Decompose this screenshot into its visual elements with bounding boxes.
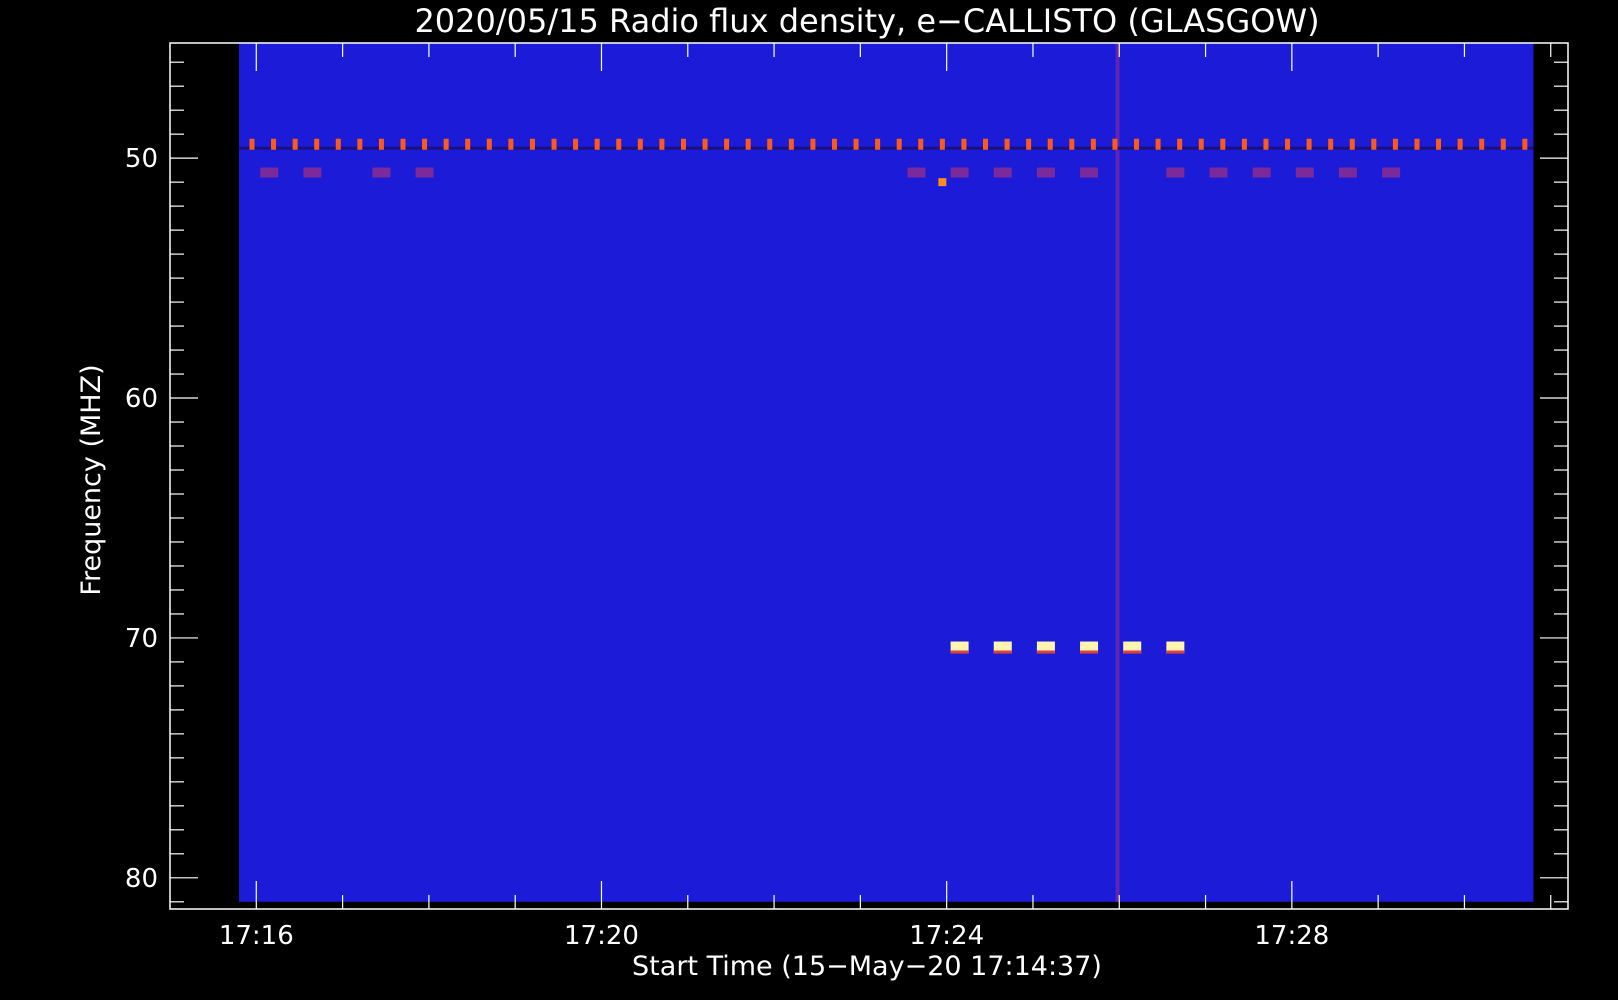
chart-title: 2020/05/15 Radio flux density, e−CALLIST… bbox=[414, 2, 1319, 40]
band-49-mark bbox=[1004, 138, 1010, 150]
band-49-mark bbox=[400, 138, 406, 150]
band-49-mark bbox=[1047, 138, 1053, 150]
band-70-4-mark-edge bbox=[1166, 650, 1185, 654]
band-49-mark bbox=[1522, 138, 1528, 150]
band-50-6-mark bbox=[1295, 167, 1314, 178]
band-70-4-mark-edge bbox=[1080, 650, 1099, 654]
band-49-mark bbox=[939, 138, 945, 150]
band-49-mark bbox=[637, 138, 643, 150]
band-49-mark bbox=[1155, 138, 1161, 150]
band-49-mark bbox=[443, 138, 449, 150]
band-49-mark bbox=[422, 138, 428, 150]
x-tick-label: 17:20 bbox=[564, 921, 639, 951]
band-49-mark bbox=[1285, 138, 1291, 150]
band-49-mark bbox=[465, 138, 471, 150]
band-50-6-mark bbox=[372, 167, 391, 178]
band-50-6-mark bbox=[993, 167, 1012, 178]
band-50-6-mark bbox=[1166, 167, 1185, 178]
band-49-mark bbox=[1220, 138, 1226, 150]
band-49-mark bbox=[573, 138, 579, 150]
band-50-6-mark bbox=[1338, 167, 1357, 178]
band-49-mark bbox=[486, 138, 492, 150]
band-50-6-mark bbox=[950, 167, 969, 178]
band-49-mark bbox=[378, 138, 384, 150]
band-50-6-mark bbox=[907, 167, 926, 178]
band-49-mark bbox=[1241, 138, 1247, 150]
band-49-mark bbox=[918, 138, 924, 150]
band-49-mark bbox=[788, 138, 794, 150]
band-49-mark bbox=[1112, 138, 1118, 150]
band-49-mark bbox=[1500, 138, 1506, 150]
band-49-mark bbox=[508, 138, 514, 150]
band-49-mark bbox=[702, 138, 708, 150]
band-49-mark bbox=[314, 138, 320, 150]
band-49-mark bbox=[659, 138, 665, 150]
spike-line bbox=[1115, 43, 1120, 902]
band-70-4-mark-edge bbox=[1036, 650, 1055, 654]
band-50-6-mark bbox=[260, 167, 279, 178]
band-49-mark bbox=[767, 138, 773, 150]
band-49-mark bbox=[616, 138, 622, 150]
band-49-mark bbox=[1457, 138, 1463, 150]
band-49-mark bbox=[810, 138, 816, 150]
band-49-mark bbox=[896, 138, 902, 150]
y-tick-label: 80 bbox=[125, 864, 158, 894]
band-49-mark bbox=[551, 138, 557, 150]
y-axis-label: Frequency (MHZ) bbox=[76, 364, 107, 595]
band-50-6-mark bbox=[415, 167, 434, 178]
band-50-6-mark bbox=[1080, 167, 1099, 178]
band-50-6-mark bbox=[1382, 167, 1401, 178]
band-49-mark bbox=[249, 138, 255, 150]
band-49-mark bbox=[1328, 138, 1334, 150]
x-axis-label: Start Time (15−May−20 17:14:37) bbox=[632, 951, 1102, 982]
band-49-mark bbox=[724, 138, 730, 150]
band-50-6-mark bbox=[1252, 167, 1271, 178]
band-49-mark bbox=[961, 138, 967, 150]
band-49-mark bbox=[1436, 138, 1442, 150]
band-49-mark bbox=[853, 138, 859, 150]
band-49-mark bbox=[1026, 138, 1032, 150]
band-49-mark bbox=[1349, 138, 1355, 150]
band-70-4-mark-edge bbox=[993, 650, 1012, 654]
y-tick-label: 50 bbox=[125, 144, 158, 174]
band-49-mark bbox=[1414, 138, 1420, 150]
band-49-mark bbox=[680, 138, 686, 150]
x-tick-label: 17:16 bbox=[219, 921, 294, 951]
y-tick-label: 70 bbox=[125, 624, 158, 654]
isolated-spot bbox=[938, 178, 947, 187]
band-49-mark bbox=[1134, 138, 1140, 150]
band-70-4-mark-edge bbox=[1123, 650, 1142, 654]
band-49-mark bbox=[357, 138, 363, 150]
band-49-mark bbox=[1479, 138, 1485, 150]
spectrogram-image bbox=[239, 43, 1534, 902]
y-tick-label: 60 bbox=[125, 384, 158, 414]
band-50-6-mark bbox=[303, 167, 322, 178]
band-49-mark bbox=[1263, 138, 1269, 150]
band-49-mark bbox=[335, 138, 341, 150]
band-49-mark bbox=[1198, 138, 1204, 150]
x-tick-label: 17:24 bbox=[909, 921, 984, 951]
band-49-underline bbox=[239, 146, 1534, 150]
spectrogram-chart: 2020/05/15 Radio flux density, e−CALLIST… bbox=[0, 0, 1618, 1000]
band-49-mark bbox=[745, 138, 751, 150]
x-tick-label: 17:28 bbox=[1254, 921, 1329, 951]
band-49-mark bbox=[292, 138, 298, 150]
band-49-mark bbox=[271, 138, 277, 150]
band-49-mark bbox=[1069, 138, 1075, 150]
band-49-mark bbox=[1177, 138, 1183, 150]
band-49-mark bbox=[875, 138, 881, 150]
band-50-6-mark bbox=[1036, 167, 1055, 178]
band-50-6-mark bbox=[1209, 167, 1228, 178]
band-49-mark bbox=[1090, 138, 1096, 150]
band-49-mark bbox=[529, 138, 535, 150]
band-49-mark bbox=[831, 138, 837, 150]
band-70-4-mark-edge bbox=[950, 650, 969, 654]
band-49-mark bbox=[1371, 138, 1377, 150]
band-49-mark bbox=[983, 138, 988, 150]
band-49-mark bbox=[594, 138, 600, 150]
band-49-mark bbox=[1392, 138, 1398, 150]
band-49-mark bbox=[1306, 138, 1312, 150]
